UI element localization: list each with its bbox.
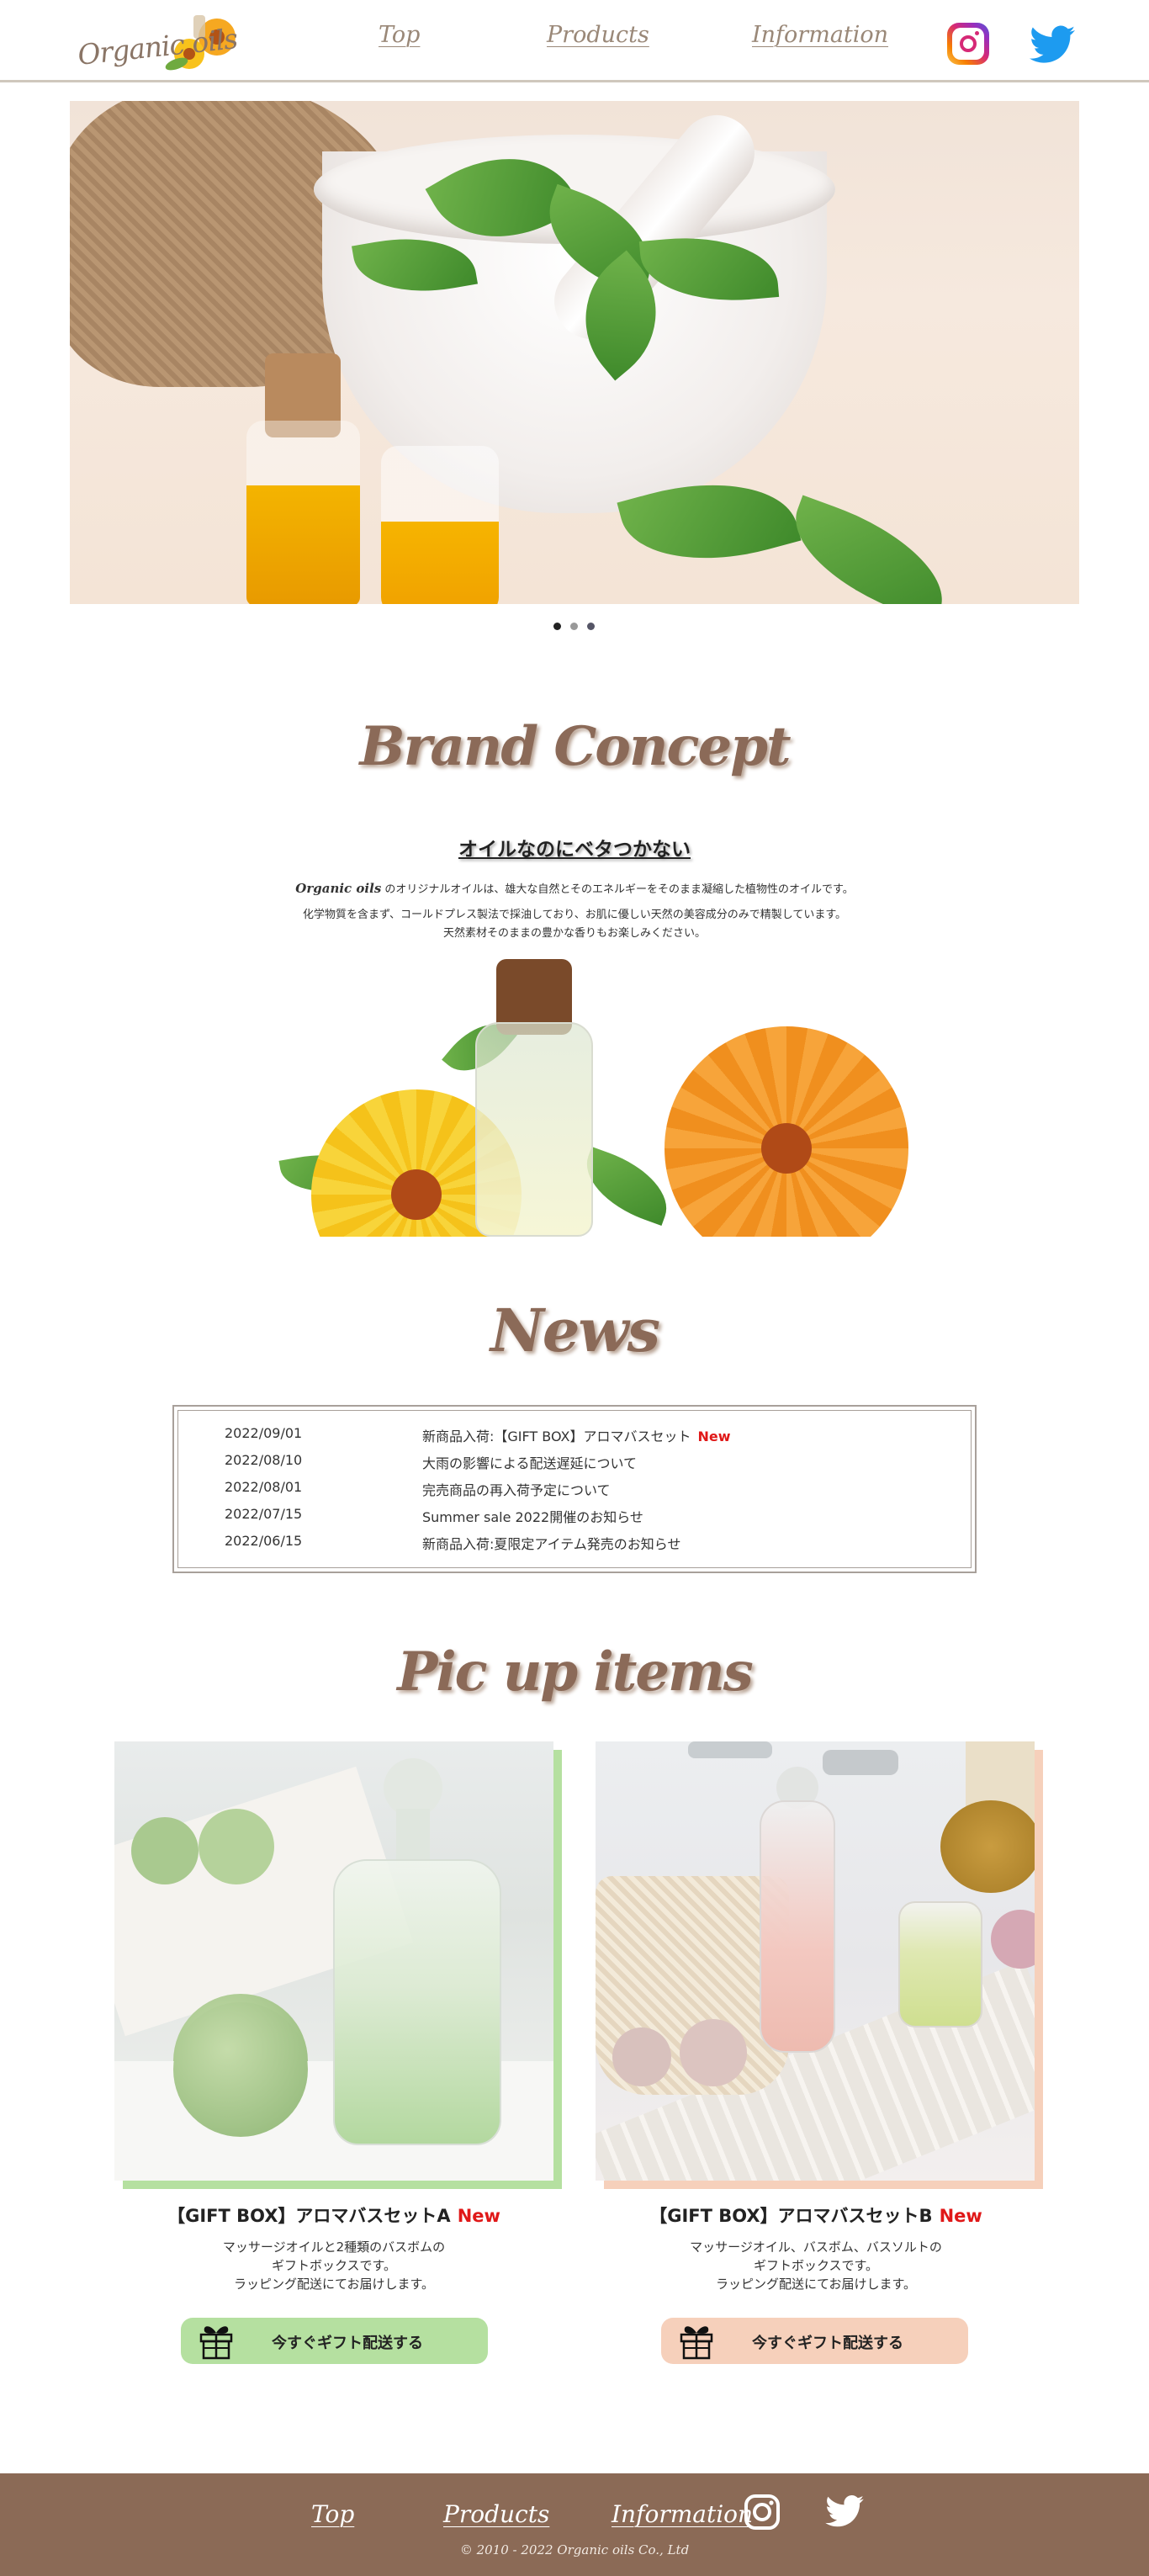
news-date: 2022/09/01 — [225, 1425, 303, 1441]
new-badge: New — [457, 2206, 500, 2226]
news-link[interactable]: 新商品入荷:【GIFT BOX】アロマバスセット New — [422, 1425, 731, 1445]
desc-line: マッサージオイル、バスボム、バスソルトの — [690, 2239, 942, 2255]
product-a-title[interactable]: 【GIFT BOX】アロマバスセットA New — [82, 2202, 586, 2228]
news-date: 2022/07/15 — [225, 1506, 303, 1522]
desc-line: ラッピング配送にてお届けします。 — [233, 2277, 435, 2292]
instagram-icon[interactable] — [744, 2494, 781, 2531]
nav-top[interactable]: Top — [379, 22, 420, 48]
concept-heading: オイルなのにベタつかない — [458, 839, 691, 861]
site-header: Organic oils Top Products Information — [0, 0, 1149, 82]
product-b-title[interactable]: 【GIFT BOX】アロマバスセットB New — [564, 2202, 1068, 2228]
news-box: 2022/09/01 新商品入荷:【GIFT BOX】アロマバスセット New 2… — [172, 1405, 977, 1573]
brand-concept-title: Brand Concept — [359, 715, 792, 778]
new-badge: New — [939, 2206, 982, 2226]
news-title: News — [490, 1296, 660, 1365]
gift-delivery-label: 今すぐギフト配送する — [752, 2335, 903, 2352]
carousel-dot[interactable] — [553, 623, 561, 630]
concept-image — [160, 942, 917, 1237]
product-b-title-text: 【GIFT BOX】アロマバスセットB — [649, 2206, 933, 2226]
twitter-icon[interactable] — [825, 2495, 864, 2527]
news-date: 2022/08/10 — [225, 1452, 303, 1468]
concept-line-1-text: のオリジナルオイルは、雄大な自然とそのエネルギーをそのまま凝縮した植物性のオイル… — [381, 883, 854, 896]
product-b-image[interactable] — [596, 1741, 1035, 2181]
gift-delivery-button-a[interactable]: 今すぐギフト配送する — [181, 2318, 488, 2364]
site-footer: Top Products Information © 2010 - 2022 O… — [0, 2473, 1149, 2576]
nav-information[interactable]: Information — [752, 22, 888, 48]
nav-products[interactable]: Products — [547, 22, 649, 48]
gift-box-icon — [680, 2326, 713, 2360]
hero-carousel-image — [70, 101, 1079, 604]
news-item[interactable]: 2022/09/01 新商品入荷:【GIFT BOX】アロマバスセット New — [225, 1425, 897, 1449]
carousel-pagination — [553, 623, 597, 631]
desc-line: ギフトボックスです。 — [271, 2258, 397, 2273]
news-date: 2022/08/01 — [225, 1479, 303, 1495]
instagram-icon[interactable] — [947, 23, 989, 65]
carousel-dot[interactable] — [587, 623, 595, 630]
product-a-title-text: 【GIFT BOX】アロマバスセットA — [167, 2206, 451, 2226]
footer-nav-information[interactable]: Information — [612, 2500, 753, 2528]
news-item[interactable]: 2022/06/15 新商品入荷:夏限定アイテム発売のお知らせ — [225, 1533, 897, 1556]
news-link[interactable]: 新商品入荷:夏限定アイテム発売のお知らせ — [422, 1533, 680, 1553]
product-a-image[interactable] — [114, 1741, 553, 2181]
desc-line: マッサージオイルと2種類のバスボムの — [222, 2239, 446, 2255]
logo[interactable]: Organic oils — [76, 12, 257, 79]
desc-line: ギフトボックスです。 — [753, 2258, 879, 2273]
news-item[interactable]: 2022/08/10 大雨の影響による配送遅延について — [225, 1452, 897, 1476]
carousel-dot[interactable] — [570, 623, 578, 630]
news-item[interactable]: 2022/07/15 Summer sale 2022開催のお知らせ — [225, 1506, 897, 1529]
news-link[interactable]: 完売商品の再入荷予定について — [422, 1479, 611, 1499]
concept-line-2: 化学物質を含まず、コールドプレス製法で採油しており、お肌に優しい天然の美容成分の… — [302, 909, 847, 921]
product-a-desc: マッサージオイルと2種類のバスボムの ギフトボックスです。 ラッピング配送にてお… — [82, 2238, 586, 2293]
copyright: © 2010 - 2022 Organic oils Co., Ltd — [459, 2542, 690, 2557]
twitter-icon[interactable] — [1030, 25, 1075, 64]
concept-line-1: Organic oils のオリジナルオイルは、雄大な自然とそのエネルギーをその… — [0, 880, 1149, 896]
pickup-title: Pic up items — [397, 1640, 754, 1704]
footer-nav-products[interactable]: Products — [443, 2500, 549, 2528]
news-item[interactable]: 2022/08/01 完売商品の再入荷予定について — [225, 1479, 897, 1503]
concept-brand: Organic oils — [295, 881, 382, 896]
new-badge: New — [697, 1428, 731, 1444]
footer-nav-top[interactable]: Top — [311, 2500, 354, 2528]
gift-delivery-button-b[interactable]: 今すぐギフト配送する — [661, 2318, 968, 2364]
desc-line: ラッピング配送にてお届けします。 — [715, 2277, 917, 2292]
news-title-text: 新商品入荷:【GIFT BOX】アロマバスセット — [422, 1428, 691, 1444]
concept-line-3: 天然素材そのままの豊かな香りもお楽しみください。 — [442, 927, 706, 940]
product-b-desc: マッサージオイル、バスボム、バスソルトの ギフトボックスです。 ラッピング配送に… — [564, 2238, 1068, 2293]
gift-box-icon — [199, 2326, 233, 2360]
news-date: 2022/06/15 — [225, 1533, 303, 1549]
news-link[interactable]: 大雨の影響による配送遅延について — [422, 1452, 637, 1472]
gift-delivery-label: 今すぐギフト配送する — [272, 2335, 423, 2352]
news-link[interactable]: Summer sale 2022開催のお知らせ — [422, 1506, 643, 1526]
